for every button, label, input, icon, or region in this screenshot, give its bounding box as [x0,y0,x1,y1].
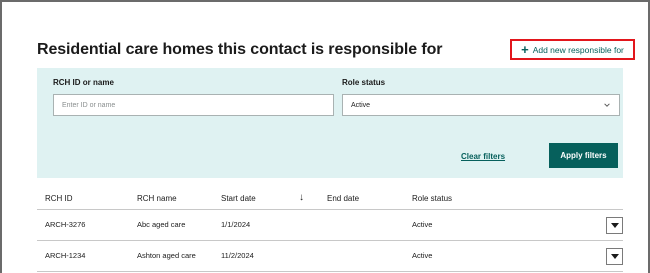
section-title: Residential care homes this contact is r… [37,41,443,58]
cell-rch-id: ARCH-1234 [45,251,86,260]
apply-filters-button[interactable]: Apply filters [549,143,618,168]
column-rch-id[interactable]: RCH ID [45,194,73,203]
rch-id-label: RCH ID or name [53,78,114,87]
cell-start-date: 11/2/2024 [221,251,254,260]
row-expand-button[interactable] [606,248,623,265]
rch-id-input[interactable] [62,101,333,109]
column-role-status[interactable]: Role status [412,194,452,203]
plus-icon: + [521,41,529,57]
table-row: ARCH-1234 Ashton aged care 11/2/2024 Act… [37,242,623,272]
filter-panel: RCH ID or name Role status Active Clear … [37,68,623,178]
clear-filters-link[interactable]: Clear filters [461,152,505,161]
chevron-down-icon [604,103,610,107]
table-header: RCH ID RCH name Start date ↓ End date Ro… [37,186,623,210]
caret-down-icon [610,222,619,228]
cell-role-status: Active [412,220,433,229]
role-status-select[interactable]: Active [342,94,620,116]
add-new-responsible-label: Add new responsible for [532,44,624,55]
role-status-value: Active [351,101,371,109]
cell-rch-name: Ashton aged care [137,251,196,260]
caret-down-icon [610,253,619,259]
table-row: ARCH-3276 Abc aged care 1/1/2024 Active [37,211,623,241]
row-expand-button[interactable] [606,217,623,234]
column-rch-name[interactable]: RCH name [137,194,177,203]
column-start-date[interactable]: Start date [221,194,256,203]
cell-start-date: 1/1/2024 [221,220,251,229]
cell-rch-name: Abc aged care [137,220,186,229]
rch-id-field[interactable] [53,94,334,116]
add-new-responsible-button[interactable]: + Add new responsible for [510,39,635,60]
column-end-date[interactable]: End date [327,194,359,203]
role-status-label: Role status [342,78,386,87]
cell-rch-id: ARCH-3276 [45,220,86,229]
sort-arrow-down-icon[interactable]: ↓ [299,192,304,203]
responsible-for-card: Residential care homes this contact is r… [13,28,637,273]
cell-role-status: Active [412,251,433,260]
